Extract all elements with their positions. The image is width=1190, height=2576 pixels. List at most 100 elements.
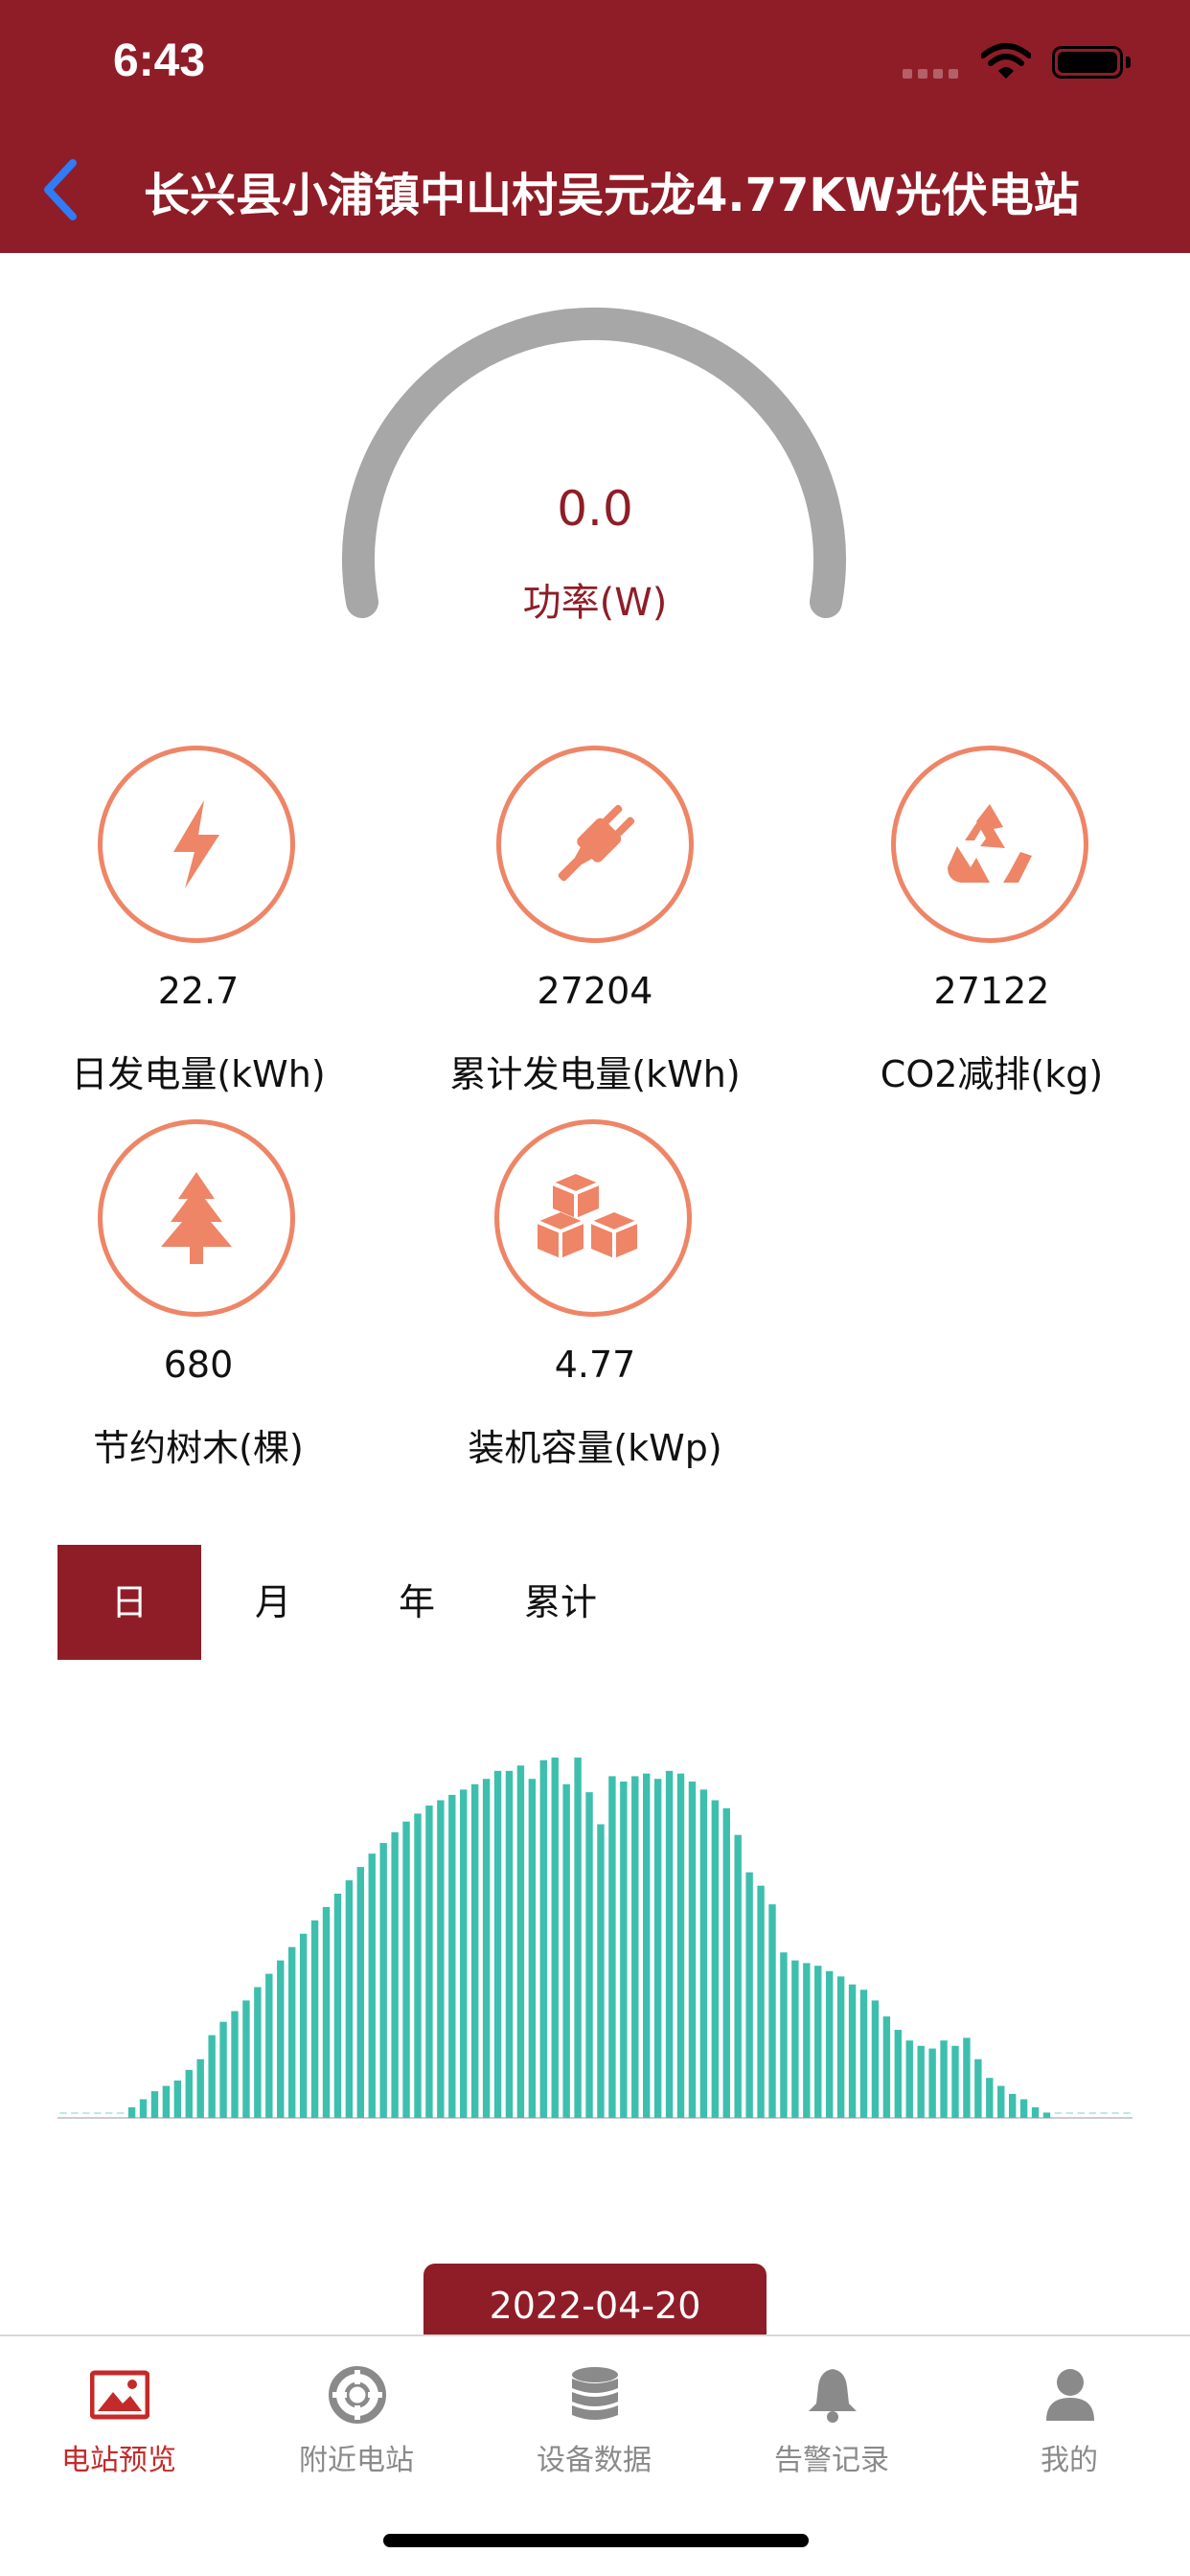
chart-bar <box>71 2112 79 2114</box>
chart-bar <box>539 1760 547 2118</box>
tabbar-item-station-overview[interactable]: 电站预览 <box>0 2336 238 2509</box>
tabbar-item-alarm-records[interactable]: 告警记录 <box>713 2336 950 2509</box>
chart-bar <box>391 1831 399 2118</box>
chart-bar <box>162 2085 171 2118</box>
gauge-value: 0.0 <box>557 481 633 537</box>
tab-month[interactable]: 月 <box>201 1545 345 1660</box>
chart-bar <box>219 2021 227 2118</box>
chart-bar <box>493 1770 502 2118</box>
chart-bar <box>608 1776 616 2118</box>
chart-bar <box>1042 2112 1051 2118</box>
metric-label: 节约树木(棵) <box>93 1427 304 1469</box>
chart-bar <box>173 2081 182 2118</box>
chart-bar <box>643 1773 651 2118</box>
metric-value: 27122 <box>933 970 1050 1012</box>
chart-bar <box>94 2112 102 2114</box>
metric-value: 680 <box>163 1344 234 1386</box>
chart-bar <box>299 1933 308 2118</box>
metric-label: 日发电量(kWh) <box>71 1053 326 1095</box>
plug-icon <box>496 746 694 943</box>
chart-bar <box>139 2099 148 2118</box>
tabbar-label: 电站预览 <box>61 2444 176 2477</box>
chart-bar <box>871 2000 880 2118</box>
chart-bar <box>1054 2112 1063 2114</box>
chart-bar <box>105 2112 113 2114</box>
tabbar-item-mine[interactable]: 我的 <box>950 2336 1188 2509</box>
chart-bar <box>825 1970 834 2118</box>
chart-bar <box>356 1867 365 2118</box>
header: 6:43 长兴县小浦镇中山村吴元龙4.77KW光伏电站 <box>0 0 1190 253</box>
database-icon <box>572 2367 618 2420</box>
boxes-icon <box>494 1119 692 1317</box>
chart-bar <box>82 2112 90 2114</box>
chart-bar <box>116 2112 125 2114</box>
power-bar-chart <box>57 1757 1133 2119</box>
chart-bar <box>1100 2112 1108 2114</box>
chart-bar <box>917 2045 925 2118</box>
chart-bar <box>1088 2112 1096 2114</box>
battery-icon <box>1052 46 1123 79</box>
chart-bar <box>1031 2106 1040 2118</box>
chart-bar <box>127 2106 136 2118</box>
chart-bar <box>814 1966 822 2118</box>
tabbar-label: 告警记录 <box>774 2444 889 2477</box>
chart-bar <box>277 1960 285 2118</box>
chart-bar <box>722 1807 730 2118</box>
chart-bar <box>665 1770 674 2118</box>
chart-bar <box>699 1789 708 2118</box>
chart-bar <box>882 2016 891 2118</box>
chart-bar <box>894 2030 903 2118</box>
chart-bar <box>986 2078 994 2118</box>
chart-bar <box>1077 2112 1085 2114</box>
metric-label: 累计发电量(kWh) <box>449 1053 741 1095</box>
chart-bar <box>688 1782 697 2118</box>
tabbar-item-nearby-stations[interactable]: 附近电站 <box>238 2336 475 2509</box>
chart-bar <box>231 2011 239 2118</box>
chart-bar <box>368 1853 376 2118</box>
tab-total[interactable]: 累计 <box>489 1545 632 1660</box>
metric-label: CO2减排(kg) <box>880 1053 1104 1095</box>
tab-year[interactable]: 年 <box>345 1545 489 1660</box>
chart-bar <box>482 1779 491 2118</box>
user-icon <box>1046 2369 1094 2421</box>
chart-bar <box>585 1792 593 2118</box>
chart-bar <box>631 1776 639 2118</box>
chart-bar <box>803 1963 811 2118</box>
tabbar-label: 设备数据 <box>537 2444 652 2477</box>
chart-bar <box>322 1906 331 2118</box>
lightning-icon <box>98 746 295 943</box>
chart-bar <box>951 2045 959 2118</box>
chart-bar <box>345 1880 354 2118</box>
chart-bar <box>768 1904 776 2118</box>
chart-bar <box>1019 2099 1028 2118</box>
metric-value: 4.77 <box>554 1344 636 1386</box>
chart-bar <box>265 1973 273 2118</box>
chart-bar <box>379 1843 387 2118</box>
metric-value: 27204 <box>537 970 653 1012</box>
chart-bar <box>242 2000 250 2118</box>
chart-bar <box>653 1779 662 2118</box>
chart-bar <box>402 1821 410 2118</box>
tabbar-label: 我的 <box>1041 2444 1098 2477</box>
page-title: 长兴县小浦镇中山村吴元龙4.77KW光伏电站 <box>144 169 1080 222</box>
tab-day[interactable]: 日 <box>57 1545 201 1660</box>
back-button[interactable] <box>34 153 92 226</box>
chart-bar <box>437 1800 445 2118</box>
recycle-icon <box>891 746 1088 943</box>
chart-bar <box>1111 2112 1119 2114</box>
tabbar-item-device-data[interactable]: 设备数据 <box>475 2336 713 2509</box>
chart-bar <box>848 1984 857 2118</box>
chart-bar <box>836 1976 845 2118</box>
tree-icon <box>98 1119 295 1317</box>
chart-bar <box>551 1757 559 2118</box>
chart-bar <box>1008 2093 1017 2118</box>
chevron-left-icon <box>44 159 77 220</box>
chart-bar <box>676 1773 685 2118</box>
chart-bar <box>745 1872 753 2118</box>
chart-bar <box>562 1783 570 2118</box>
gauge-label: 功率(W) <box>522 581 668 625</box>
chart-bar <box>414 1813 422 2118</box>
chart-bar <box>208 2035 216 2118</box>
chart-bar <box>196 2058 204 2118</box>
chart-bar <box>1123 2112 1131 2114</box>
